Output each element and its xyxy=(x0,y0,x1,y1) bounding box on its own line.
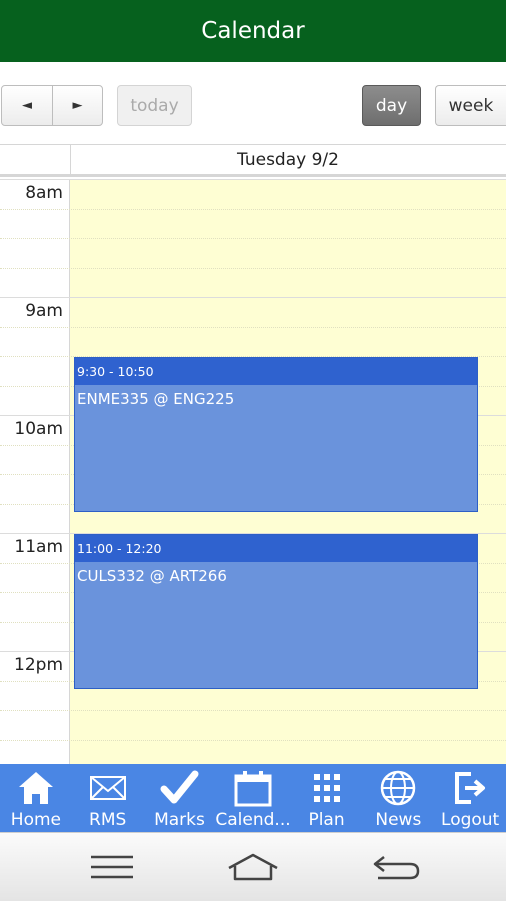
half-hour-line xyxy=(0,327,506,328)
nav-calendar[interactable]: Calend... xyxy=(215,764,291,832)
nav-home[interactable]: Home xyxy=(0,764,72,832)
time-gutter-header xyxy=(0,145,71,174)
menu-icon[interactable] xyxy=(82,847,142,887)
half-hour-line xyxy=(0,238,506,239)
hour-label: 11am xyxy=(14,537,63,557)
today-button[interactable]: today xyxy=(117,85,192,126)
logout-icon xyxy=(455,772,486,804)
event-time: 9:30 - 10:50 xyxy=(75,358,477,385)
nav-marks[interactable]: Marks xyxy=(144,764,216,832)
time-axis xyxy=(0,179,70,764)
nav-label: Plan xyxy=(308,810,345,830)
day-header-label: Tuesday 9/2 xyxy=(237,149,339,170)
hour-line xyxy=(0,179,506,180)
home-outline-icon[interactable] xyxy=(223,847,283,887)
hour-label: 10am xyxy=(14,419,63,439)
event-title: ENME335 @ ENG225 xyxy=(77,390,235,408)
nav-label: RMS xyxy=(89,810,127,830)
next-button[interactable]: ► xyxy=(52,85,103,126)
day-header: Tuesday 9/2 xyxy=(0,144,506,177)
hour-label: 8am xyxy=(25,183,63,203)
nav-label: Logout xyxy=(441,810,500,830)
grid-icon xyxy=(313,774,340,802)
day-view-button[interactable]: day xyxy=(362,85,421,126)
hour-label: 12pm xyxy=(14,655,63,675)
nav-label: Calend... xyxy=(215,810,291,830)
nav-label: News xyxy=(375,810,422,830)
hour-line xyxy=(0,297,506,298)
half-hour-line xyxy=(0,740,506,741)
page-title: Calendar xyxy=(201,18,305,44)
nav-label: Home xyxy=(10,810,61,830)
title-bar: Calendar xyxy=(0,0,506,62)
event-title: CULS332 @ ART266 xyxy=(77,567,227,585)
home-icon xyxy=(18,772,53,804)
prev-button[interactable]: ◄ xyxy=(1,85,53,126)
nav-logout[interactable]: Logout xyxy=(434,764,506,832)
calendar-toolbar: ◄ ► today day week xyxy=(0,62,506,144)
bottom-nav: Home RMS Marks Calend... Plan News Logou… xyxy=(0,764,506,832)
calendar-event[interactable]: 11:00 - 12:20 CULS332 @ ART266 xyxy=(74,534,478,689)
mail-icon xyxy=(89,776,126,800)
nav-plan[interactable]: Plan xyxy=(291,764,363,832)
half-hour-line xyxy=(0,268,506,269)
back-icon[interactable] xyxy=(366,847,426,887)
checkmark-icon xyxy=(160,770,199,804)
half-hour-line xyxy=(0,209,506,210)
calendar-icon xyxy=(234,771,272,807)
nav-news[interactable]: News xyxy=(362,764,434,832)
system-nav-bar xyxy=(0,832,506,901)
hour-label: 9am xyxy=(25,301,63,321)
event-time: 11:00 - 12:20 xyxy=(75,535,477,562)
nav-label: Marks xyxy=(154,810,205,830)
globe-icon xyxy=(381,770,416,806)
half-hour-line xyxy=(0,710,506,711)
week-view-button[interactable]: week xyxy=(435,85,506,126)
day-grid[interactable]: 8am 9am 10am 11am 12pm 9:30 - 10:50 ENME… xyxy=(0,179,506,764)
nav-rms[interactable]: RMS xyxy=(72,764,144,832)
calendar-event[interactable]: 9:30 - 10:50 ENME335 @ ENG225 xyxy=(74,357,478,512)
